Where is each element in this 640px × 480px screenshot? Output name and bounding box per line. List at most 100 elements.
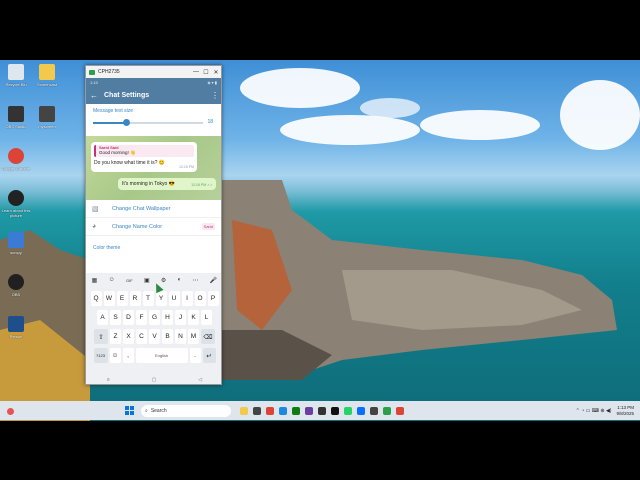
name-color-badge: Sarid [201,223,215,230]
cloud [360,98,420,118]
desktop-icon-recycle-bin[interactable]: Recycle Bin [1,64,31,87]
chrome-icon[interactable] [395,406,404,415]
window-titlebar[interactable]: CPH2735 — ☐ ✕ [86,66,221,78]
back-icon[interactable]: ◁ [198,377,202,383]
android-nav-bar: ≡ ▢ ◁ [86,374,221,384]
change-wallpaper-row[interactable]: ▧ Change Chat Wallpaper [86,200,221,218]
key-m[interactable]: M [188,329,199,344]
key-b[interactable]: B [162,329,173,344]
key-t[interactable]: T [142,291,154,306]
tray-icons[interactable]: ⌃ ◔ ▭ ⌨ ⊕ ◀) [576,408,612,414]
key-h[interactable]: H [162,310,173,325]
maximize-button[interactable]: ☐ [201,69,211,76]
widgets-button[interactable] [0,402,20,420]
recent-apps-icon[interactable]: ≡ [107,377,110,383]
key-s[interactable]: S [110,310,121,325]
folder-icon [39,64,55,80]
chat-preview: Sarid Said Good morning! 👋 Do you know w… [86,136,221,200]
more-menu-icon[interactable]: ⋮ [211,91,219,100]
scrcpy-icon [89,69,95,75]
key-j[interactable]: J [175,310,186,325]
browser-icon[interactable] [252,406,261,415]
slider-handle[interactable] [122,119,130,126]
key-z[interactable]: Z [110,329,121,344]
apps-grid-icon[interactable]: ▦ [92,277,98,284]
key-n[interactable]: N [175,329,186,344]
app-icon[interactable] [369,406,378,415]
period-key[interactable]: . [189,348,201,363]
key-a[interactable]: A [97,310,108,325]
back-arrow-icon[interactable]: ← [90,91,104,100]
chrome-icon [8,148,24,164]
keyboard-row-2: ASDFGHJKL [86,310,221,325]
key-k[interactable]: K [188,310,199,325]
key-c[interactable]: C [136,329,147,344]
space-key[interactable]: English [135,348,188,363]
capcut-icon[interactable] [330,406,339,415]
window-title: CPH2735 [98,69,120,75]
recycle-bin-icon [8,64,24,80]
backspace-key[interactable]: ⌫ [201,329,215,344]
app-icon[interactable] [304,406,313,415]
app-icon[interactable] [382,406,391,415]
theme-icon[interactable]: ◐ [178,277,182,283]
desktop-icon-chrome[interactable]: Google Chrome [1,148,31,171]
more-icon[interactable]: ⋯ [193,277,199,284]
terminal-icon[interactable] [317,406,326,415]
desktop-icon-person[interactable]: Person [1,316,31,339]
whatsapp-icon[interactable] [343,406,352,415]
system-tray: ⌃ ◔ ▭ ⌨ ⊕ ◀) 1:13 PM 9/8/2025 [576,401,634,420]
desktop-icon-obs[interactable]: OBS [1,274,31,297]
key-l[interactable]: L [201,310,212,325]
key-o[interactable]: O [194,291,206,306]
key-r[interactable]: R [129,291,141,306]
store-icon[interactable] [278,406,287,415]
xbox-icon[interactable] [291,406,300,415]
desktop-icon-learn-picture[interactable]: Learn about this picture [1,190,31,218]
text-size-slider[interactable] [93,119,203,126]
person-icon [8,316,24,332]
cloud [280,115,420,145]
app-icon[interactable] [356,406,365,415]
close-button[interactable]: ✕ [211,69,221,76]
message-size-value: 18 [207,119,213,125]
key-g[interactable]: G [149,310,160,325]
key-f[interactable]: F [136,310,147,325]
clock[interactable]: 1:13 PM 9/8/2025 [616,405,634,417]
sticker-icon[interactable]: ☺ [109,277,115,283]
home-icon[interactable]: ▢ [152,377,157,383]
desktop: Recycle Bin Screencast OBS Studio myscre… [0,60,640,421]
key-v[interactable]: V [149,329,160,344]
mic-icon[interactable]: 🎤 [210,277,217,284]
key-q[interactable]: Q [90,291,102,306]
start-button[interactable] [125,406,134,415]
comma-key[interactable]: , [122,348,134,363]
symbols-key[interactable]: ?123 [93,348,108,363]
outgoing-time: 12:16 PM ✓✓ [191,183,213,187]
enter-key[interactable]: ↵ [202,348,216,363]
minimize-button[interactable]: — [191,69,201,75]
clipboard-icon[interactable]: ▣ [144,277,150,284]
key-p[interactable]: P [207,291,219,306]
settings-icon[interactable]: ⚙ [161,277,166,284]
key-e[interactable]: E [116,291,128,306]
desktop-icon-scrcpy[interactable]: scrcpy [1,232,31,255]
shift-key[interactable]: ⇧ [94,329,108,344]
key-u[interactable]: U [168,291,180,306]
key-y[interactable]: Y [155,291,167,306]
app-bar: ← Chat Settings ⋮ [86,86,221,104]
search-box[interactable]: ⌕ Search [141,404,231,417]
change-name-color-row[interactable]: ◕ Change Name Color Sarid [86,218,221,236]
key-x[interactable]: X [123,329,134,344]
keyboard-row-1: QWERTYUIOP [86,291,221,306]
key-w[interactable]: W [103,291,115,306]
gif-icon[interactable]: GIF [126,278,133,283]
file-explorer-icon[interactable] [239,406,248,415]
desktop-icon-myscreen[interactable]: myscreen [32,106,62,129]
key-d[interactable]: D [123,310,134,325]
desktop-icon-screencast[interactable]: Screencast [32,64,62,87]
emoji-key[interactable]: ☺ [109,348,121,363]
desktop-icon-obs-studio[interactable]: OBS Studio [1,106,31,129]
chrome-icon[interactable] [265,406,274,415]
key-i[interactable]: I [181,291,193,306]
